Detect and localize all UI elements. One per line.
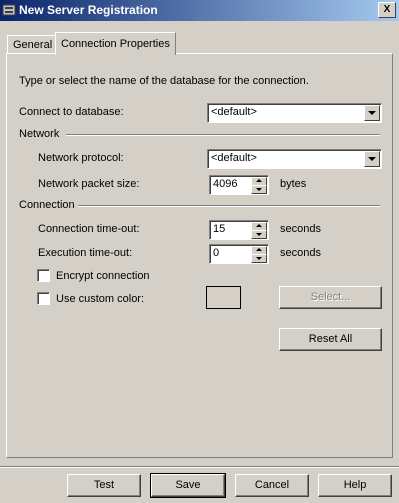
intro-text: Type or select the name of the database … <box>19 75 309 87</box>
network-protocol-label: Network protocol: <box>38 152 124 164</box>
use-custom-color-checkbox[interactable] <box>37 292 50 305</box>
help-label: Help <box>343 479 367 491</box>
encrypt-connection-label: Encrypt connection <box>56 270 150 282</box>
new-server-registration-dialog: New Server Registration X General Connec… <box>0 0 399 503</box>
connection-timeout-value: 15 <box>213 223 226 235</box>
help-button[interactable]: Help <box>318 474 392 497</box>
connection-group-title: Connection <box>19 199 75 211</box>
network-group-title: Network <box>19 128 60 140</box>
window-title: New Server Registration <box>19 3 158 17</box>
network-protocol-combo[interactable]: <default> <box>207 149 382 169</box>
execution-timeout-value: 0 <box>213 247 220 259</box>
cancel-label: Cancel <box>254 479 290 491</box>
network-packet-size-unit: bytes <box>280 178 307 190</box>
title-bar[interactable]: New Server Registration X <box>0 0 399 21</box>
execution-timeout-spinner[interactable]: 0 <box>209 244 269 264</box>
use-custom-color-label: Use custom color: <box>56 293 145 305</box>
save-label: Save <box>175 479 201 491</box>
footer-divider <box>0 466 399 468</box>
tab-connection-properties[interactable]: Connection Properties <box>55 32 176 55</box>
cancel-button[interactable]: Cancel <box>235 474 309 497</box>
close-button[interactable]: X <box>378 2 396 18</box>
connect-to-database-label: Connect to database: <box>19 106 124 118</box>
select-color-button[interactable]: Select... <box>279 286 382 309</box>
connection-group-divider <box>78 205 380 207</box>
tab-general-label: General <box>13 39 53 51</box>
chevron-down-icon[interactable] <box>364 105 380 121</box>
custom-color-swatch <box>206 286 241 309</box>
connect-to-database-combo[interactable]: <default> <box>207 103 382 123</box>
execution-timeout-unit: seconds <box>280 247 321 259</box>
connection-timeout-spinner[interactable]: 15 <box>209 220 269 240</box>
reset-all-button[interactable]: Reset All <box>279 328 382 351</box>
save-button[interactable]: Save <box>150 473 226 498</box>
chevron-down-icon[interactable] <box>364 151 380 167</box>
network-packet-size-spinner[interactable]: 4096 <box>209 175 269 195</box>
network-packet-size-value: 4096 <box>213 178 238 190</box>
spin-down-icon[interactable] <box>251 230 267 239</box>
select-color-label: Select... <box>310 291 351 303</box>
execution-timeout-label: Execution time-out: <box>38 247 133 259</box>
spin-down-icon[interactable] <box>251 185 267 194</box>
connect-to-database-value: <default> <box>211 106 257 118</box>
network-packet-size-label: Network packet size: <box>38 178 140 190</box>
close-icon: X <box>383 4 391 15</box>
encrypt-connection-checkbox[interactable] <box>37 269 50 282</box>
spin-down-icon[interactable] <box>251 254 267 263</box>
test-button[interactable]: Test <box>67 474 141 497</box>
tab-connection-properties-label: Connection Properties <box>61 38 170 50</box>
reset-all-label: Reset All <box>308 333 353 345</box>
tab-general[interactable]: General <box>7 35 59 55</box>
connection-timeout-unit: seconds <box>280 223 321 235</box>
network-protocol-value: <default> <box>211 152 257 164</box>
network-group-divider <box>66 134 380 136</box>
test-label: Test <box>93 479 115 491</box>
connection-timeout-label: Connection time-out: <box>38 223 140 235</box>
server-icon <box>2 4 16 16</box>
